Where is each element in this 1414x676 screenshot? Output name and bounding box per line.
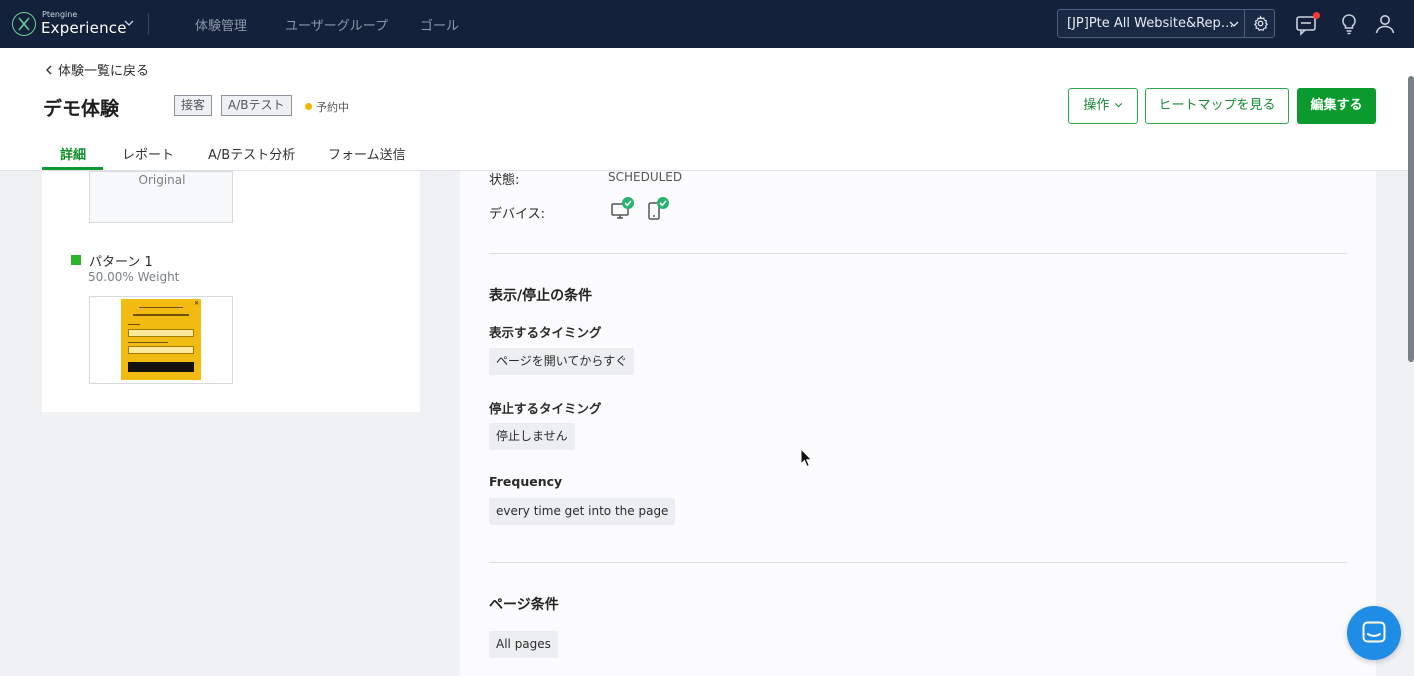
popup-preview-image: ✕ — [121, 299, 201, 380]
display-conditions-title: 表示/停止の条件 — [489, 288, 593, 304]
lightbulb-icon[interactable] — [1337, 12, 1361, 36]
tab-details[interactable]: 詳細 — [60, 144, 86, 163]
show-timing-value: ページを開いてからすぐ — [489, 348, 635, 375]
state-value: SCHEDULED — [608, 170, 683, 184]
back-to-list-link[interactable]: 体験一覧に戻る — [44, 60, 149, 79]
logo-brand: Ptengine — [42, 10, 78, 19]
site-settings-button[interactable] — [1244, 10, 1275, 37]
gear-icon — [1254, 15, 1269, 32]
tag-ab-test: A/Bテスト — [221, 95, 292, 116]
tab-report[interactable]: レポート — [122, 144, 174, 163]
status-label: 予約中 — [316, 101, 349, 114]
pattern-weight: 50.00% Weight — [88, 270, 180, 284]
original-label: Original — [138, 173, 186, 187]
chevron-down-icon — [1229, 21, 1239, 27]
logo-product: Experience — [41, 19, 127, 37]
site-selector[interactable]: [JP]Pte All Website&Rep… — [1057, 9, 1275, 38]
chevron-left-icon — [46, 65, 52, 75]
app-logo[interactable]: Ptengine Experience — [12, 10, 134, 38]
chevron-down-icon — [1114, 103, 1122, 108]
frequency-value: every time get into the page — [489, 498, 676, 525]
chat-launcher-button[interactable] — [1347, 606, 1401, 660]
details-panel: 状態: SCHEDULED デバイス: 表示/停止の条件 表示するタイミング ペ… — [460, 170, 1376, 676]
top-navigation: Ptengine Experience 体験管理 ユーザーグループ ゴール [J… — [0, 0, 1414, 48]
page-conditions-title: ページ条件 — [489, 597, 559, 613]
page-scrollbar[interactable] — [1408, 76, 1414, 362]
pattern-thumbnail[interactable]: ✕ — [89, 296, 233, 384]
notification-dot — [1313, 12, 1320, 19]
state-label: 状態: — [489, 173, 520, 188]
device-label: デバイス: — [489, 207, 545, 222]
tab-ab-analysis[interactable]: A/Bテスト分析 — [208, 144, 295, 163]
nav-divider — [148, 14, 149, 34]
view-heatmap-button[interactable]: ヒートマップを見る — [1145, 88, 1289, 124]
page-title: デモ体験 — [43, 98, 120, 120]
stop-timing-label: 停止するタイミング — [489, 401, 602, 416]
site-selector-value: [JP]Pte All Website&Rep… — [1067, 16, 1234, 31]
desktop-icon — [611, 197, 634, 219]
chevron-down-icon — [124, 20, 134, 26]
section-divider — [489, 253, 1347, 254]
frequency-label: Frequency — [489, 474, 563, 489]
original-thumbnail[interactable]: Original — [89, 171, 233, 223]
edit-button[interactable]: 編集する — [1297, 88, 1376, 124]
show-timing-label: 表示するタイミング — [489, 325, 602, 340]
chat-icon — [1362, 621, 1386, 643]
user-icon[interactable] — [1373, 12, 1397, 36]
operate-dropdown-button[interactable]: 操作 — [1068, 88, 1138, 124]
status-badge: 予約中 — [305, 99, 349, 115]
operate-label: 操作 — [1083, 98, 1110, 113]
tab-form-submissions[interactable]: フォーム送信 — [328, 144, 406, 163]
nav-item-goals[interactable]: ゴール — [420, 15, 459, 34]
close-icon: ✕ — [193, 300, 199, 307]
active-tab-indicator — [42, 167, 103, 170]
back-label: 体験一覧に戻る — [58, 64, 150, 79]
logo-mark-icon — [12, 12, 36, 36]
variants-panel: Original パターン 1 50.00% Weight ✕ — [42, 171, 420, 412]
status-dot — [305, 103, 312, 110]
mobile-icon — [648, 197, 669, 220]
nav-item-user-groups[interactable]: ユーザーグループ — [285, 15, 388, 34]
pattern-name: パターン 1 — [89, 255, 153, 270]
page-conditions-value: All pages — [489, 631, 558, 658]
pattern-color-swatch — [71, 255, 81, 265]
tag-engagement: 接客 — [174, 95, 213, 116]
mouse-cursor-icon — [800, 448, 813, 468]
stop-timing-value: 停止しません — [489, 423, 575, 450]
nav-item-experiences[interactable]: 体験管理 — [195, 15, 247, 34]
page-header: 体験一覧に戻る デモ体験 接客 A/Bテスト 予約中 操作 ヒートマップを見る … — [0, 48, 1414, 171]
section-divider — [489, 562, 1347, 563]
